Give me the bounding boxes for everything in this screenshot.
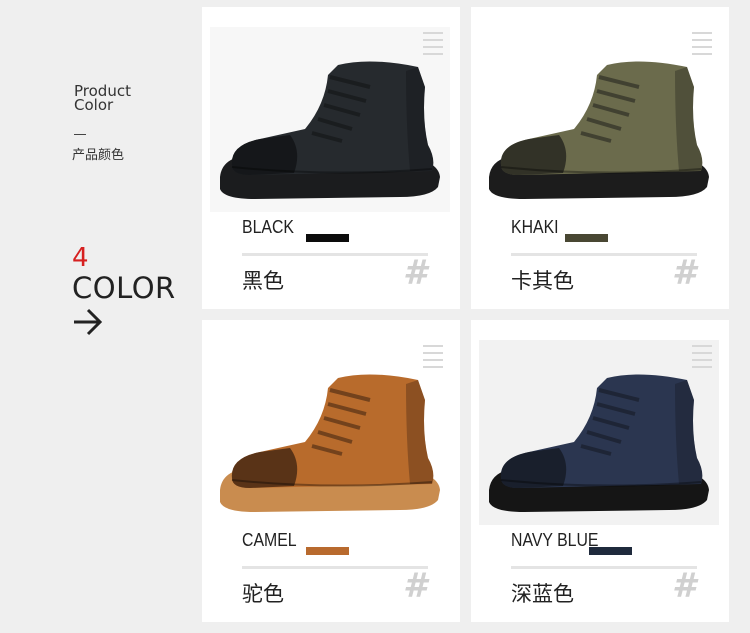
hash-icon: # — [672, 253, 696, 293]
shoe-photo — [210, 340, 450, 525]
title-divider — [74, 134, 86, 135]
shoe-photo — [479, 27, 719, 212]
card-divider — [242, 253, 428, 256]
color-name-en: CAMEL — [242, 530, 297, 550]
menu-lines-icon — [692, 343, 712, 373]
color-swatch — [565, 234, 608, 242]
menu-lines-icon — [423, 30, 443, 60]
arrow-right-icon — [74, 308, 103, 336]
shoe-photo — [479, 340, 719, 525]
color-card-black: BLACK 黑色 # — [202, 7, 460, 309]
hash-icon: # — [403, 253, 427, 293]
color-card-khaki: KHAKI 卡其色 # — [471, 7, 729, 309]
color-count-label: COLOR — [72, 271, 176, 305]
hash-icon: # — [672, 566, 696, 606]
shoe-photo-frame — [479, 27, 719, 212]
color-swatch — [589, 547, 632, 555]
color-card-navy-blue: NAVY BLUE 深蓝色 # — [471, 320, 729, 622]
shoe-photo-frame — [210, 27, 450, 212]
color-count: 4 — [72, 243, 89, 273]
color-swatch — [306, 234, 349, 242]
color-name-cn: 驼色 — [242, 582, 284, 606]
menu-lines-icon — [423, 343, 443, 373]
product-color-title: Product Color — [74, 84, 131, 114]
color-name-cn: 黑色 — [242, 269, 284, 293]
color-name-en: NAVY BLUE — [511, 530, 599, 550]
shoe-photo-frame — [479, 340, 719, 525]
card-divider — [511, 566, 697, 569]
hash-icon: # — [403, 566, 427, 606]
color-name-cn: 卡其色 — [511, 269, 574, 293]
product-color-title-cn: 产品颜色 — [72, 148, 125, 163]
title-line-2: Color — [74, 96, 114, 114]
color-name-en: BLACK — [242, 217, 294, 237]
shoe-photo — [210, 27, 450, 212]
card-divider — [511, 253, 697, 256]
shoe-photo-frame — [210, 340, 450, 525]
card-divider — [242, 566, 428, 569]
color-name-en: KHAKI — [511, 217, 559, 237]
color-swatch — [306, 547, 349, 555]
color-name-cn: 深蓝色 — [511, 582, 574, 606]
menu-lines-icon — [692, 30, 712, 60]
color-card-camel: CAMEL 驼色 # — [202, 320, 460, 622]
